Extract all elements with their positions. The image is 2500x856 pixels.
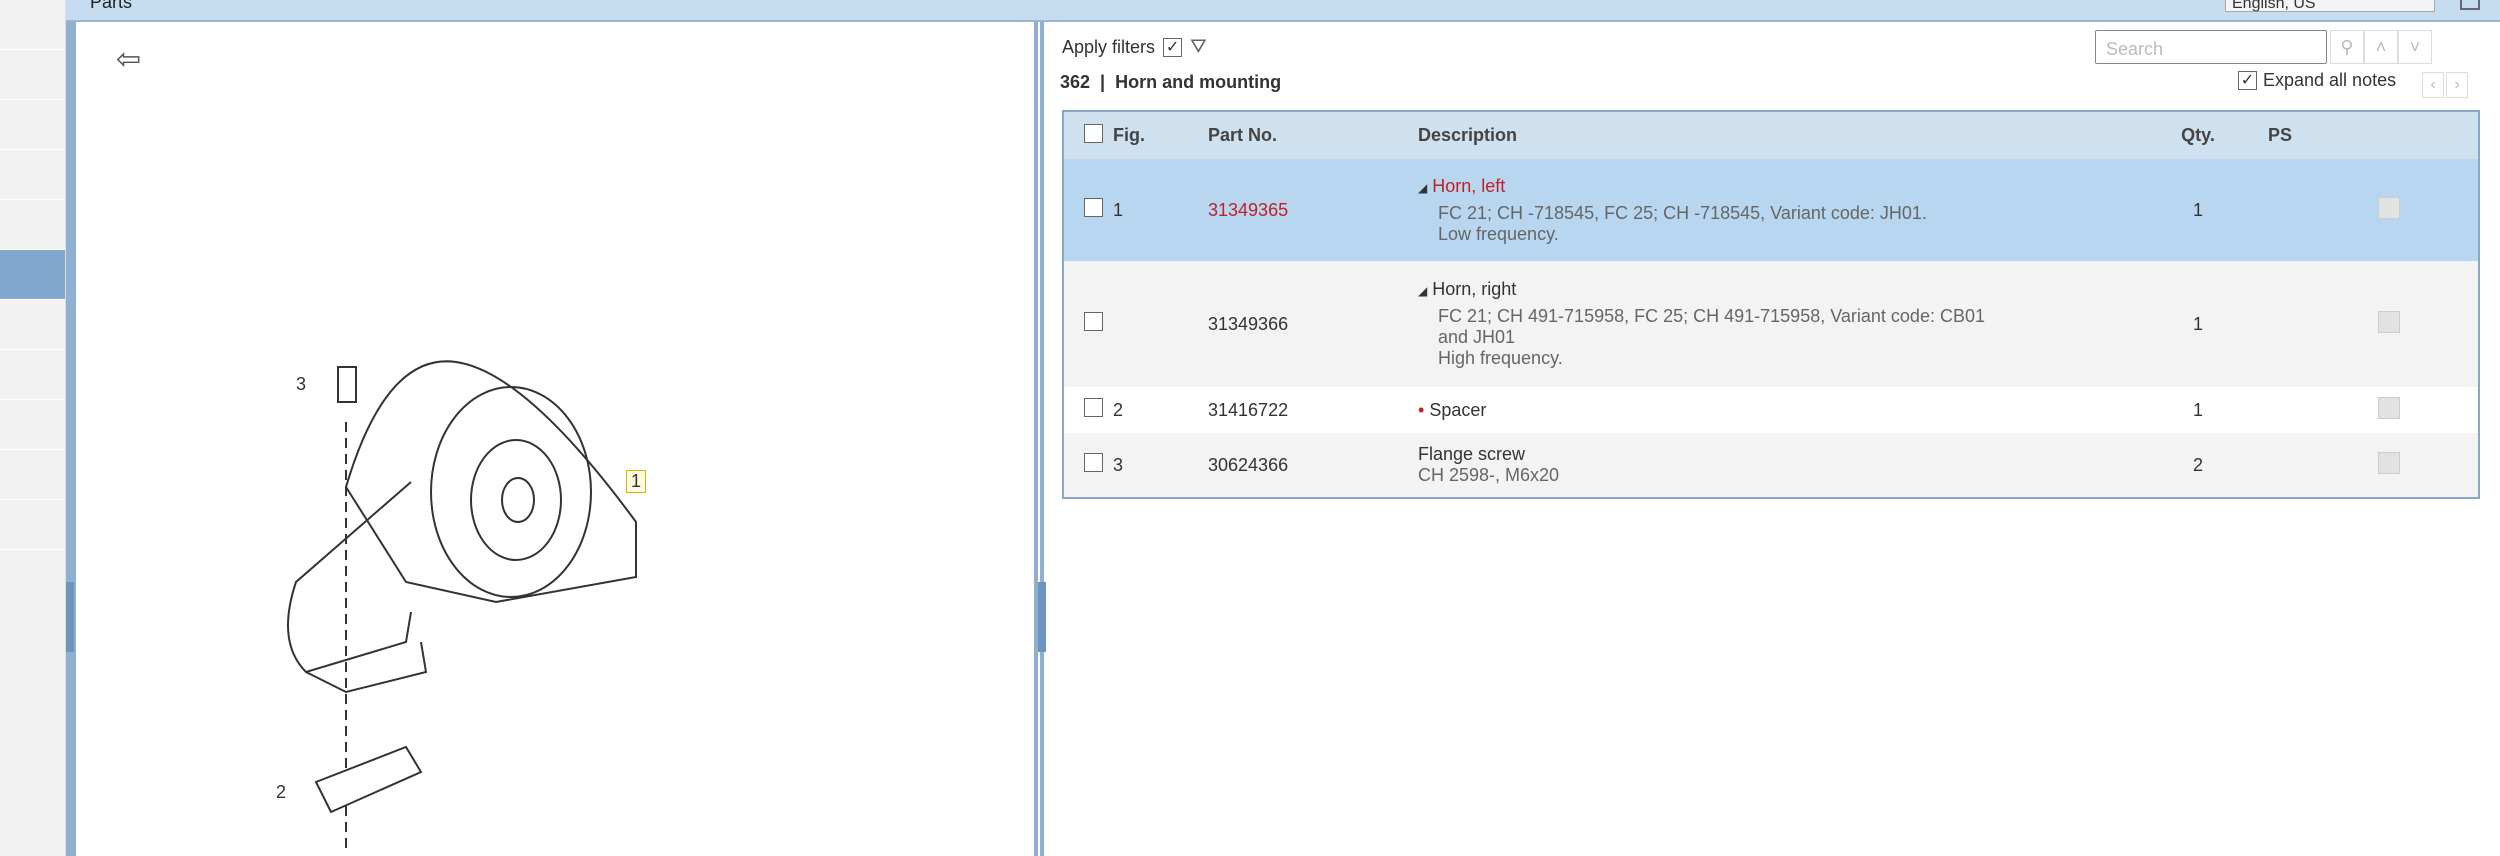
parts-illustration [287,360,637,852]
print-icon[interactable] [2460,0,2480,10]
row-details: FC 21; CH 491-715958, FC 25; CH 491-7159… [1438,306,1985,347]
note-icon[interactable] [2378,451,2400,474]
table-row[interactable]: 2 31416722 • Spacer 1 [1063,387,2479,433]
apply-filters-label: Apply filters [1062,37,1156,57]
row-qty: 1 [2192,313,2203,334]
table-row[interactable]: 31349366 ◢ Horn, right FC 21; CH 491-715… [1063,261,2479,387]
search-prev-button[interactable]: ˄ [2364,30,2398,64]
expand-notes-label: Expand all notes [2263,70,2397,90]
note-icon[interactable] [2378,310,2400,333]
select-all-checkbox[interactable] [1084,123,1103,143]
table-row[interactable]: 1 31349365 ◢ Horn, left FC 21; CH -71854… [1063,159,2479,261]
row-details: FC 21; CH -718545, FC 25; CH -718545, Va… [1438,202,1927,223]
illustration-pane: ⇦ 3 1 2 [66,22,1038,856]
bullet-icon: • [1418,399,1425,420]
top-bar: Parts English, US [66,0,2500,22]
callout-2[interactable]: 2 [276,782,286,803]
callout-1[interactable]: 1 [626,470,647,493]
expand-all-notes: ✓ Expand all notes [2238,70,2396,91]
sidebar-selected-item[interactable] [0,250,65,300]
window-title: Parts [90,0,133,12]
table-header: Fig. Part No. Description Qty. PS [1063,111,2479,159]
row-name: Spacer [1429,399,1487,420]
parts-table: Fig. Part No. Description Qty. PS 1 3134… [1062,110,2480,499]
row-fig [1105,261,1208,387]
apply-filters: Apply filters ✓ ⛛ [1062,36,1207,59]
row-checkbox[interactable] [1084,398,1103,417]
group-number: 362 [1060,72,1091,92]
group-name: Horn and mounting [1115,72,1282,92]
table-row[interactable]: 3 30624366 Flange screw CH 2598-, M6x20 2 [1063,433,2479,498]
group-title: 362 | Horn and mounting [1060,72,1282,92]
apply-filters-checkbox[interactable]: ✓ [1163,38,1183,57]
note-icon[interactable] [2378,196,2400,219]
col-part-no[interactable]: Part No. [1208,111,1418,159]
row-qty: 1 [2192,399,2203,420]
filter-icon[interactable]: ⛛ [1190,36,1207,59]
search-icon[interactable]: ⚲ [2330,30,2364,64]
col-description[interactable]: Description [1418,111,2128,159]
row-details: CH 2598-, M6x20 [1418,465,1560,485]
parts-list-pane: Apply filters ✓ ⛛ 362 | Horn and mountin… [1038,22,2500,856]
splitter-handle[interactable] [1038,582,1046,652]
row-fig: 1 [1113,199,1124,220]
language-select[interactable]: English, US [2225,0,2435,12]
row-fig: 3 [1113,454,1124,475]
row-name: Horn, right [1432,279,1517,299]
row-part-no[interactable]: 30624366 [1208,433,1418,498]
search-next-button[interactable]: ˅ [2398,30,2432,64]
callout-3[interactable]: 3 [296,374,306,395]
collapse-triangle-icon[interactable]: ◢ [1418,284,1427,298]
row-name: Horn, left [1432,175,1506,196]
col-ps[interactable]: PS [2268,111,2378,159]
prev-note-button[interactable]: ‹ [2422,72,2444,98]
next-note-button[interactable]: › [2446,72,2468,98]
col-qty[interactable]: Qty. [2128,111,2268,159]
row-checkbox[interactable] [1084,312,1103,331]
search-input[interactable]: Search [2095,30,2327,64]
row-checkbox[interactable] [1084,453,1103,472]
row-part-no[interactable]: 31349366 [1208,261,1418,387]
row-part-no[interactable]: 31416722 [1208,387,1418,433]
collapse-sidebar-handle[interactable] [66,582,74,652]
collapse-triangle-icon[interactable]: ◢ [1418,181,1427,195]
row-qty: 2 [2192,454,2203,475]
row-note: Low frequency. [1438,223,1559,244]
left-sidebar [0,0,66,856]
row-note: High frequency. [1438,348,1563,368]
note-icon[interactable] [2378,396,2400,419]
row-part-no[interactable]: 31349365 [1208,159,1418,261]
row-fig: 2 [1113,399,1124,420]
row-checkbox[interactable] [1084,198,1103,217]
row-name: Flange screw [1418,444,1526,464]
col-fig[interactable]: Fig. [1105,111,1208,159]
row-qty: 1 [2192,199,2203,220]
expand-notes-checkbox[interactable]: ✓ [2238,71,2257,90]
